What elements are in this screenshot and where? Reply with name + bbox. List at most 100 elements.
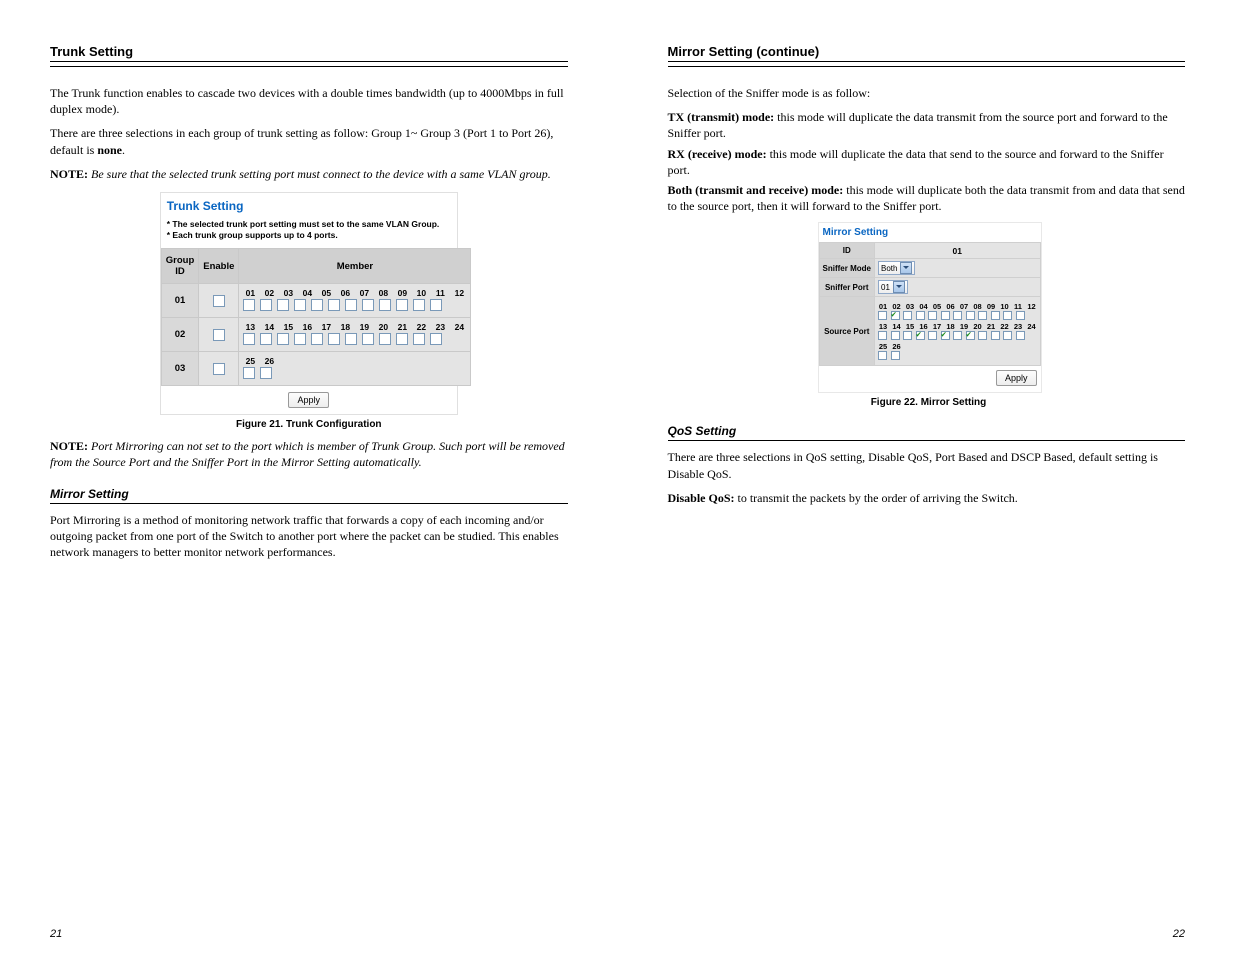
enable-checkbox[interactable] <box>213 329 225 341</box>
source-port-checkbox[interactable] <box>891 351 900 360</box>
trunk-groups-desc: There are three selections in each group… <box>50 125 568 157</box>
port-checkbox[interactable] <box>345 333 357 345</box>
chevron-down-icon <box>893 281 905 293</box>
source-port-checkbox[interactable] <box>891 331 900 340</box>
source-port-checkbox[interactable] <box>1003 331 1012 340</box>
port-number: 14 <box>262 322 276 332</box>
port-checkbox[interactable] <box>260 333 272 345</box>
port-checkbox[interactable] <box>243 299 255 311</box>
trunk-table: Group ID Enable Member 01010203040506070… <box>161 248 472 386</box>
source-port-checkbox[interactable] <box>978 311 987 320</box>
source-port-checkbox[interactable] <box>966 331 975 340</box>
port-checkbox[interactable] <box>260 299 272 311</box>
port-checkbox[interactable] <box>379 299 391 311</box>
figure-22-caption: Figure 22. Mirror Setting <box>818 397 1040 408</box>
sniffer-mode-select[interactable]: Both <box>878 261 915 275</box>
qos-intro: There are three selections in QoS settin… <box>668 449 1186 481</box>
port-checkbox[interactable] <box>294 299 306 311</box>
port-checkbox[interactable] <box>362 333 374 345</box>
source-port-checkbox[interactable] <box>878 331 887 340</box>
source-port-grid: 0102030405060708091011121314151617181920… <box>875 297 1041 366</box>
port-checkbox[interactable] <box>311 299 323 311</box>
source-port-checkbox[interactable] <box>916 311 925 320</box>
port-number: 10 <box>1000 302 1010 311</box>
port-number: 14 <box>892 322 902 331</box>
port-checkbox[interactable] <box>396 333 408 345</box>
source-port-checkbox[interactable] <box>903 331 912 340</box>
panel-title: Trunk Setting <box>161 193 457 215</box>
port-checkbox[interactable] <box>396 299 408 311</box>
enable-checkbox[interactable] <box>213 363 225 375</box>
select-value: 01 <box>881 283 890 292</box>
rule <box>668 66 1186 77</box>
port-number: 20 <box>973 322 983 331</box>
port-checkbox[interactable] <box>413 299 425 311</box>
source-port-checkbox[interactable] <box>1016 311 1025 320</box>
port-checkbox[interactable] <box>294 333 306 345</box>
row-sniffer-port: Sniffer Port 01 <box>819 278 1040 297</box>
enable-cell <box>199 318 239 352</box>
port-checkbox[interactable] <box>430 299 442 311</box>
port-number: 26 <box>262 356 276 366</box>
table-header-row: Group ID Enable Member <box>161 249 471 284</box>
port-checkbox[interactable] <box>260 367 272 379</box>
source-port-checkbox[interactable] <box>953 311 962 320</box>
port-checkbox[interactable] <box>243 333 255 345</box>
table-row: 032526 <box>161 352 471 386</box>
group-id: 01 <box>161 284 199 318</box>
qos-disable-def: Disable QoS: to transmit the packets by … <box>668 490 1186 506</box>
port-checkbox[interactable] <box>345 299 357 311</box>
port-checkbox[interactable] <box>413 333 425 345</box>
source-port-checkbox[interactable] <box>991 311 1000 320</box>
enable-checkbox[interactable] <box>213 295 225 307</box>
source-port-checkbox[interactable] <box>878 351 887 360</box>
source-port-checkbox[interactable] <box>1003 311 1012 320</box>
port-checkbox[interactable] <box>379 333 391 345</box>
th-sniffer-mode: Sniffer Mode <box>819 259 875 278</box>
def-tx-label: TX (transmit) mode: <box>668 110 775 124</box>
port-number: 21 <box>395 322 409 332</box>
port-checkbox[interactable] <box>328 333 340 345</box>
port-number: 12 <box>1027 302 1037 311</box>
panel-notes: * The selected trunk port setting must s… <box>161 215 457 248</box>
port-checkbox[interactable] <box>311 333 323 345</box>
source-port-checkbox[interactable] <box>991 331 1000 340</box>
source-port-checkbox[interactable] <box>891 311 900 320</box>
port-checkbox[interactable] <box>362 299 374 311</box>
section-heading-mirror-cont: Mirror Setting (continue) <box>668 44 1186 62</box>
source-port-checkbox[interactable] <box>941 331 950 340</box>
page-number: 22 <box>1173 928 1185 940</box>
port-checkbox[interactable] <box>277 333 289 345</box>
source-port-checkbox[interactable] <box>978 331 987 340</box>
apply-button[interactable]: Apply <box>288 392 329 408</box>
section-heading-trunk: Trunk Setting <box>50 44 568 62</box>
note-text: Port Mirroring can not set to the port w… <box>50 439 565 469</box>
port-number: 05 <box>319 288 333 298</box>
mirror-trunk-note: NOTE: Port Mirroring can not set to the … <box>50 438 568 470</box>
port-number: 23 <box>1013 322 1023 331</box>
source-port-checkbox[interactable] <box>966 311 975 320</box>
source-port-checkbox[interactable] <box>878 311 887 320</box>
source-port-checkbox[interactable] <box>928 331 937 340</box>
source-port-checkbox[interactable] <box>916 331 925 340</box>
source-port-checkbox[interactable] <box>928 311 937 320</box>
apply-button[interactable]: Apply <box>996 370 1037 386</box>
port-checkbox[interactable] <box>328 299 340 311</box>
enable-cell <box>199 352 239 386</box>
port-checkbox[interactable] <box>430 333 442 345</box>
port-checkbox[interactable] <box>277 299 289 311</box>
source-port-checkbox[interactable] <box>903 311 912 320</box>
source-port-checkbox[interactable] <box>1016 331 1025 340</box>
source-port-checkbox[interactable] <box>953 331 962 340</box>
qos-disable-label: Disable QoS: <box>668 491 735 505</box>
port-number: 22 <box>1000 322 1010 331</box>
port-checkbox[interactable] <box>243 367 255 379</box>
member-cell: 131415161718192021222324 <box>239 318 471 352</box>
member-cell: 25 26 <box>239 352 471 386</box>
note-label: NOTE: <box>50 439 88 453</box>
sniffer-port-select[interactable]: 01 <box>878 280 908 294</box>
source-port-checkbox[interactable] <box>941 311 950 320</box>
apply-wrap: Apply <box>161 386 457 414</box>
port-number: 16 <box>300 322 314 332</box>
port-number: 25 <box>243 356 257 366</box>
